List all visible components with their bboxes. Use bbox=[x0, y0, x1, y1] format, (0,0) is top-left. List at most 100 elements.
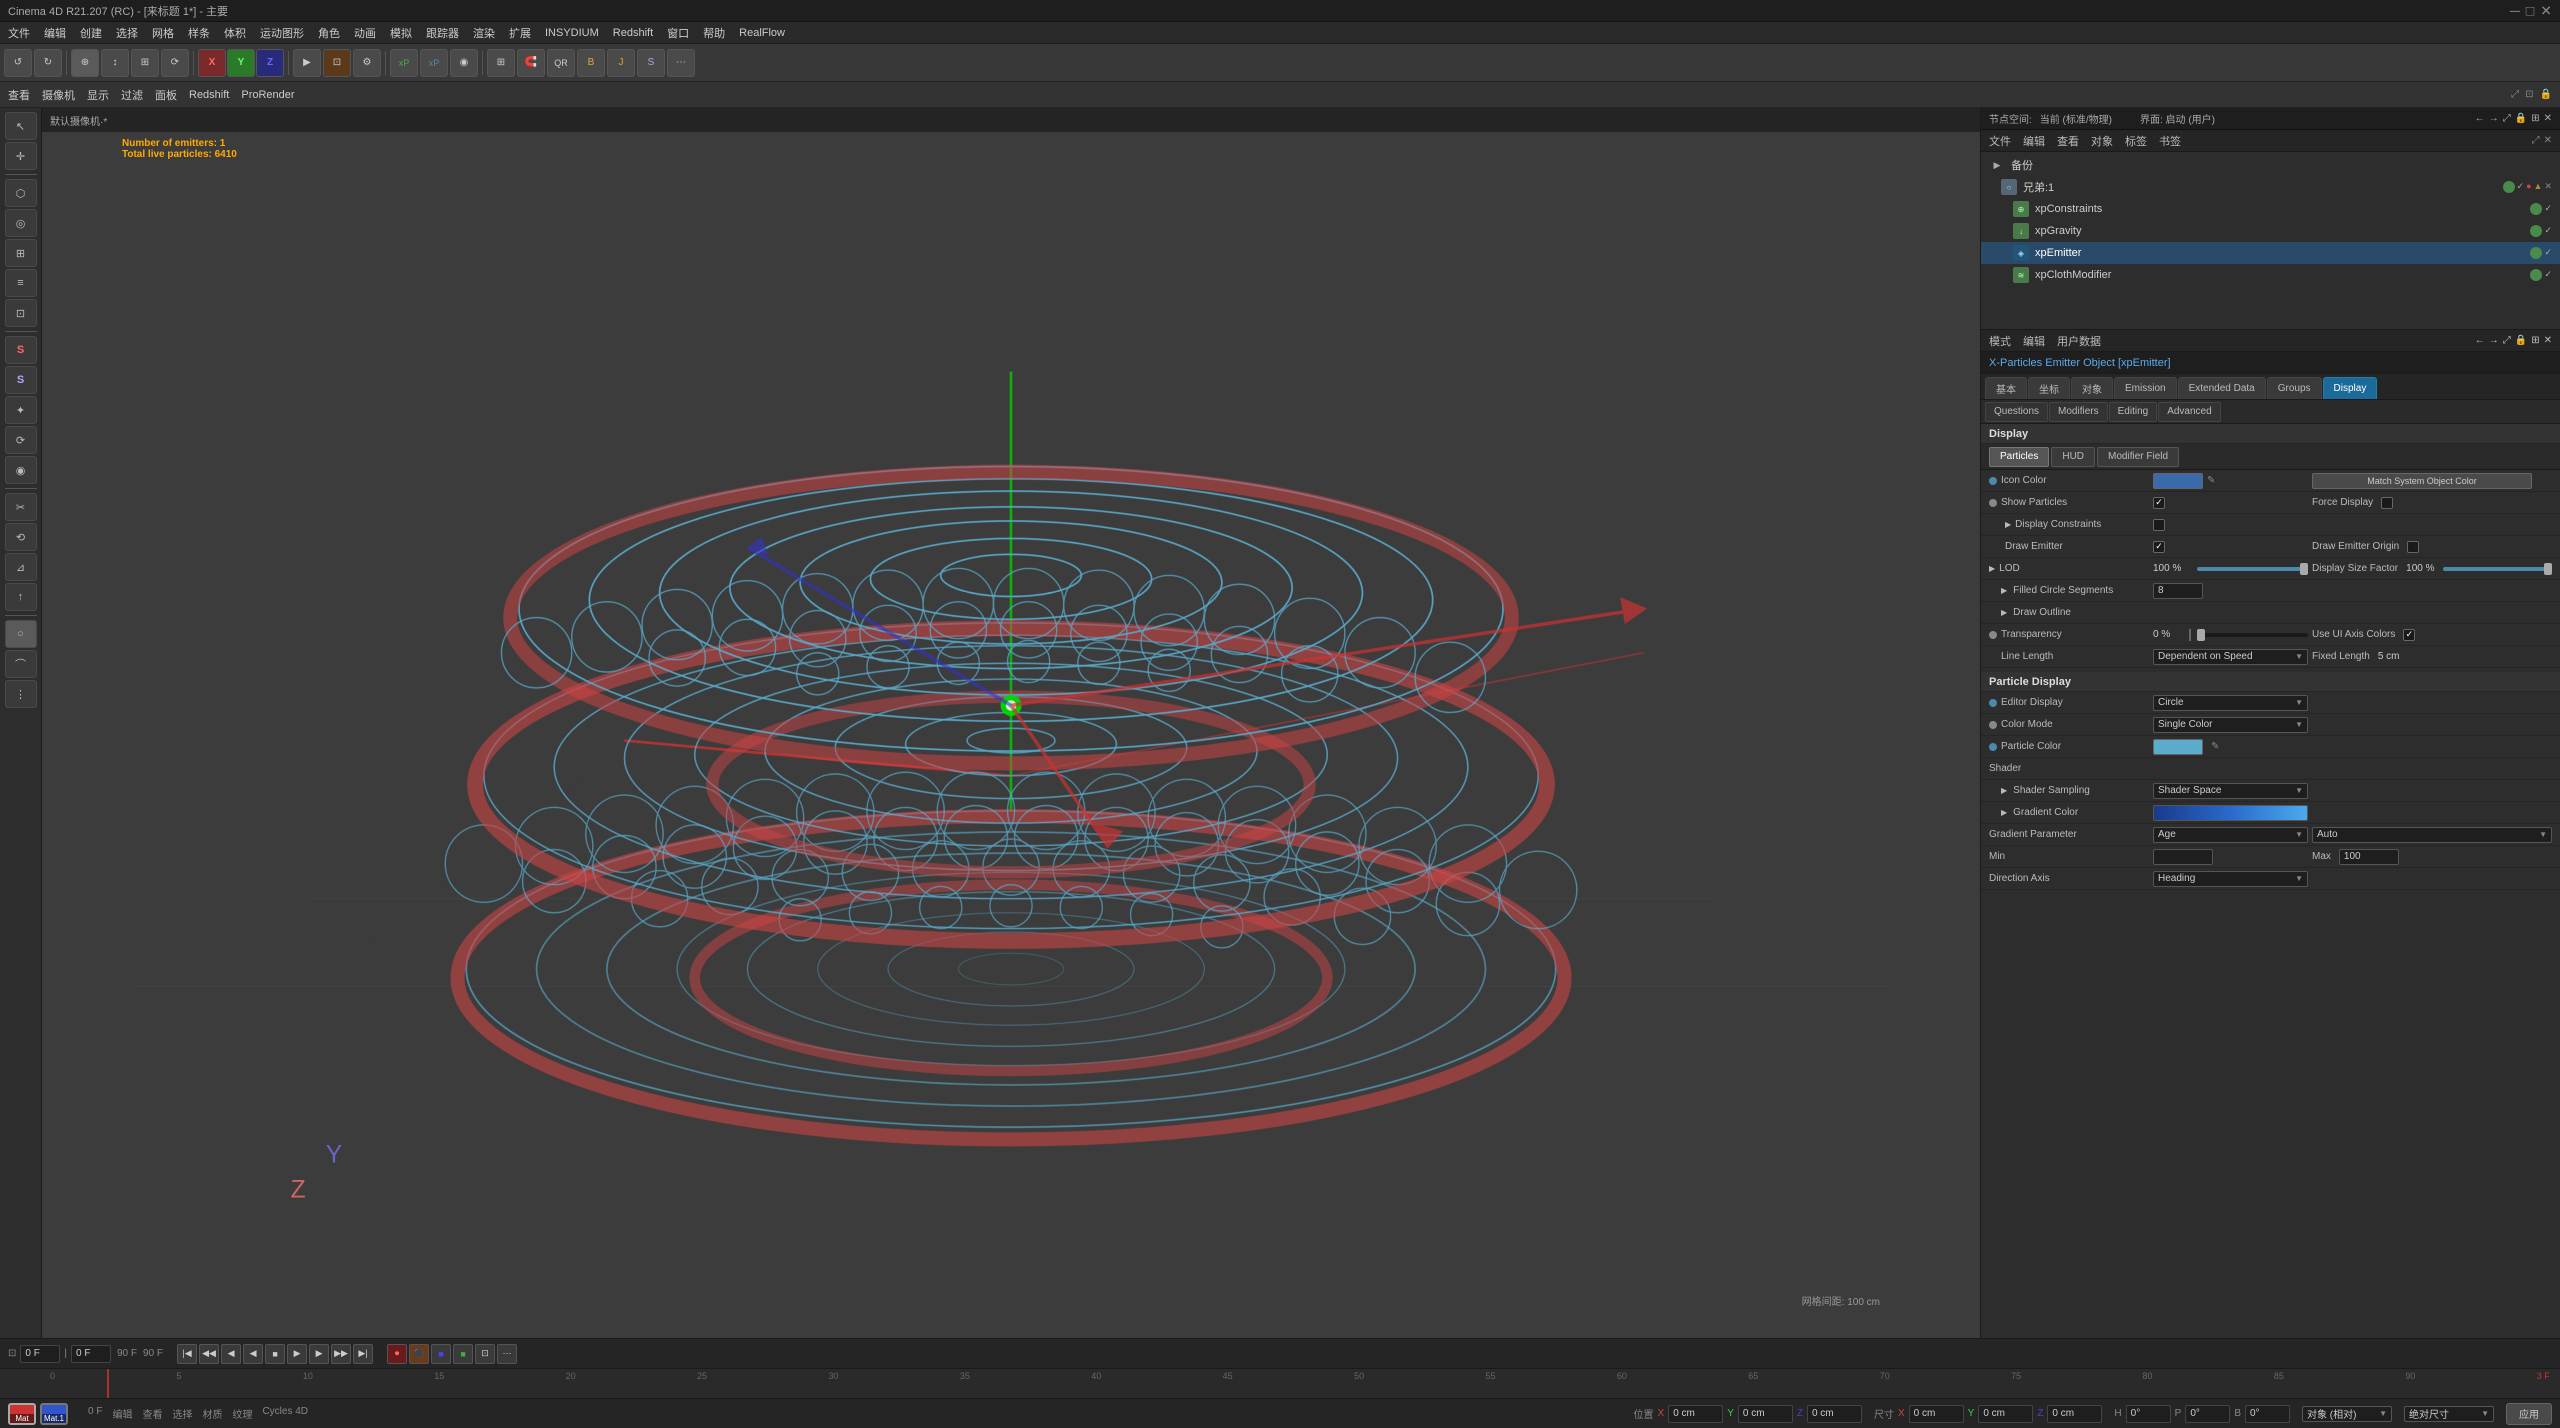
sidebar-tool4[interactable]: ≡ bbox=[5, 269, 37, 297]
btn-next-frame[interactable]: ▶ bbox=[309, 1344, 329, 1364]
direction-axis-dropdown[interactable]: Heading ▼ bbox=[2153, 871, 2308, 887]
constraints-dot[interactable] bbox=[2530, 203, 2542, 215]
close-btn[interactable]: ✕ bbox=[2540, 2, 2552, 19]
lock-icon[interactable]: 🔒 bbox=[2515, 113, 2527, 124]
particle-color-swatch[interactable] bbox=[2153, 739, 2203, 755]
subtab-questions[interactable]: Questions bbox=[1985, 402, 2048, 422]
btn-start[interactable]: |◀ bbox=[177, 1344, 197, 1364]
om-objects[interactable]: 对象 bbox=[2091, 133, 2113, 149]
mode-edit[interactable]: 编辑 bbox=[108, 1406, 136, 1421]
emitter-dot[interactable] bbox=[2530, 247, 2542, 259]
size-mode-dropdown[interactable]: 绝对尺寸 ▼ bbox=[2404, 1406, 2494, 1422]
brother-x[interactable]: ✕ bbox=[2544, 181, 2552, 193]
gradient-param-right-dropdown[interactable]: Auto ▼ bbox=[2312, 827, 2552, 843]
menu-volume[interactable]: 体积 bbox=[224, 25, 246, 41]
tool-undo[interactable]: ↺ bbox=[4, 49, 32, 77]
obj-cloth[interactable]: ≋ xpClothModifier ✓ bbox=[1981, 264, 2560, 286]
om-edit[interactable]: 编辑 bbox=[2023, 133, 2045, 149]
sidebar-tool1[interactable]: ⬡ bbox=[5, 179, 37, 207]
sidebar-s2[interactable]: S bbox=[5, 366, 37, 394]
display-constraints-arrow[interactable]: ▶ bbox=[2005, 520, 2011, 529]
rot-p-input[interactable] bbox=[2185, 1405, 2230, 1423]
more-icon[interactable]: ⊞ bbox=[2531, 113, 2539, 124]
sec-view[interactable]: 查看 bbox=[8, 87, 30, 103]
rot-b-input[interactable] bbox=[2245, 1405, 2290, 1423]
om-close-icon[interactable]: ✕ bbox=[2544, 135, 2552, 146]
menu-spline[interactable]: 样条 bbox=[188, 25, 210, 41]
tab-extended[interactable]: Extended Data bbox=[2178, 377, 2266, 399]
axis-z[interactable]: Z bbox=[256, 49, 284, 77]
sidebar-s1[interactable]: S bbox=[5, 336, 37, 364]
tool-select-all[interactable]: ⊕ bbox=[71, 49, 99, 77]
btn-record[interactable]: ⏺ bbox=[387, 1344, 407, 1364]
btn-prev-key[interactable]: ◀◀ bbox=[199, 1344, 219, 1364]
menu-extend[interactable]: 扩展 bbox=[509, 25, 531, 41]
menu-simulate[interactable]: 模拟 bbox=[390, 25, 412, 41]
obj-backup[interactable]: ▶ 备份 bbox=[1981, 154, 2560, 176]
btn-next-key[interactable]: ▶▶ bbox=[331, 1344, 351, 1364]
attr-expand[interactable]: ⤢ bbox=[2503, 335, 2511, 346]
btn-end[interactable]: ▶| bbox=[353, 1344, 373, 1364]
menu-help[interactable]: 帮助 bbox=[703, 25, 725, 41]
minimize-btn[interactable]: ─ bbox=[2510, 2, 2520, 19]
cloth-dot[interactable] bbox=[2530, 269, 2542, 281]
sidebar-tool5[interactable]: ⊡ bbox=[5, 299, 37, 327]
mode-select[interactable]: 选择 bbox=[168, 1406, 196, 1421]
pos-z-input[interactable] bbox=[1807, 1405, 1862, 1423]
timeline-track[interactable]: 0 5 10 15 20 25 30 35 40 45 50 55 60 65 … bbox=[0, 1369, 2560, 1398]
rot-h-input[interactable] bbox=[2126, 1405, 2171, 1423]
sidebar-extrude[interactable]: ↑ bbox=[5, 583, 37, 611]
mode-view[interactable]: 查看 bbox=[138, 1406, 166, 1421]
sidebar-tool2[interactable]: ◎ bbox=[5, 209, 37, 237]
sec-redshift[interactable]: Redshift bbox=[189, 89, 229, 101]
viewport-fullscreen-icon[interactable]: ⊡ bbox=[2525, 89, 2533, 100]
show-particles-checkbox[interactable] bbox=[2153, 497, 2165, 509]
nav-arrow-left[interactable]: ← bbox=[2475, 113, 2485, 124]
filled-circle-input[interactable] bbox=[2153, 583, 2203, 599]
axis-y[interactable]: Y bbox=[227, 49, 255, 77]
fullscreen-icon[interactable]: ⤢ bbox=[2503, 113, 2511, 124]
tool-redo[interactable]: ↻ bbox=[34, 49, 62, 77]
attr-edit[interactable]: 编辑 bbox=[2023, 333, 2045, 349]
menu-realflow[interactable]: RealFlow bbox=[739, 27, 785, 39]
color-mode-dropdown[interactable]: Single Color ▼ bbox=[2153, 717, 2308, 733]
om-view[interactable]: 查看 bbox=[2057, 133, 2079, 149]
tool-js[interactable]: J bbox=[607, 49, 635, 77]
gradient-bar[interactable] bbox=[2153, 805, 2308, 821]
gravity-check[interactable]: ✓ bbox=[2544, 225, 2552, 237]
menu-create[interactable]: 创建 bbox=[80, 25, 102, 41]
attr-userdata[interactable]: 用户数据 bbox=[2057, 333, 2101, 349]
btn-prev-frame[interactable]: ◀ bbox=[221, 1344, 241, 1364]
btn-play[interactable]: ▶ bbox=[287, 1344, 307, 1364]
cloth-check[interactable]: ✓ bbox=[2544, 269, 2552, 281]
subtab-editing[interactable]: Editing bbox=[2109, 402, 2158, 422]
display-constraints-checkbox[interactable] bbox=[2153, 519, 2165, 531]
sidebar-tool3[interactable]: ⊞ bbox=[5, 239, 37, 267]
tool-snap[interactable]: 🧲 bbox=[517, 49, 545, 77]
transparency-thumb[interactable] bbox=[2197, 629, 2205, 641]
gravity-dot[interactable] bbox=[2530, 225, 2542, 237]
icon-color-swatch[interactable] bbox=[2153, 473, 2203, 489]
attr-close[interactable]: ✕ bbox=[2544, 335, 2552, 346]
nav-arrow-right[interactable]: → bbox=[2489, 113, 2499, 124]
mode-create[interactable]: 0 F bbox=[84, 1406, 106, 1421]
frame-current-input[interactable] bbox=[71, 1345, 111, 1363]
attr-mode[interactable]: 模式 bbox=[1989, 333, 2011, 349]
draw-origin-checkbox[interactable] bbox=[2407, 541, 2419, 553]
constraints-check[interactable]: ✓ bbox=[2544, 203, 2552, 215]
menu-mesh[interactable]: 网格 bbox=[152, 25, 174, 41]
axis-x[interactable]: X bbox=[198, 49, 226, 77]
tab-display[interactable]: Display bbox=[2323, 377, 2378, 399]
brother-dot-green[interactable] bbox=[2503, 181, 2515, 193]
subtab-advanced[interactable]: Advanced bbox=[2158, 402, 2220, 422]
close-panel-icon[interactable]: ✕ bbox=[2544, 113, 2552, 124]
menu-edit[interactable]: 编辑 bbox=[44, 25, 66, 41]
sidebar-tool6[interactable]: ✦ bbox=[5, 396, 37, 424]
size-y-input[interactable] bbox=[1978, 1405, 2033, 1423]
material-mat1[interactable]: Mat.1 bbox=[40, 1403, 68, 1425]
sidebar-loop[interactable]: ⟲ bbox=[5, 523, 37, 551]
brother-check[interactable]: ✓ bbox=[2517, 181, 2525, 193]
btn-preview[interactable]: ⊡ bbox=[475, 1344, 495, 1364]
min-input[interactable] bbox=[2153, 849, 2213, 865]
tool-xp1[interactable]: xP bbox=[390, 49, 418, 77]
